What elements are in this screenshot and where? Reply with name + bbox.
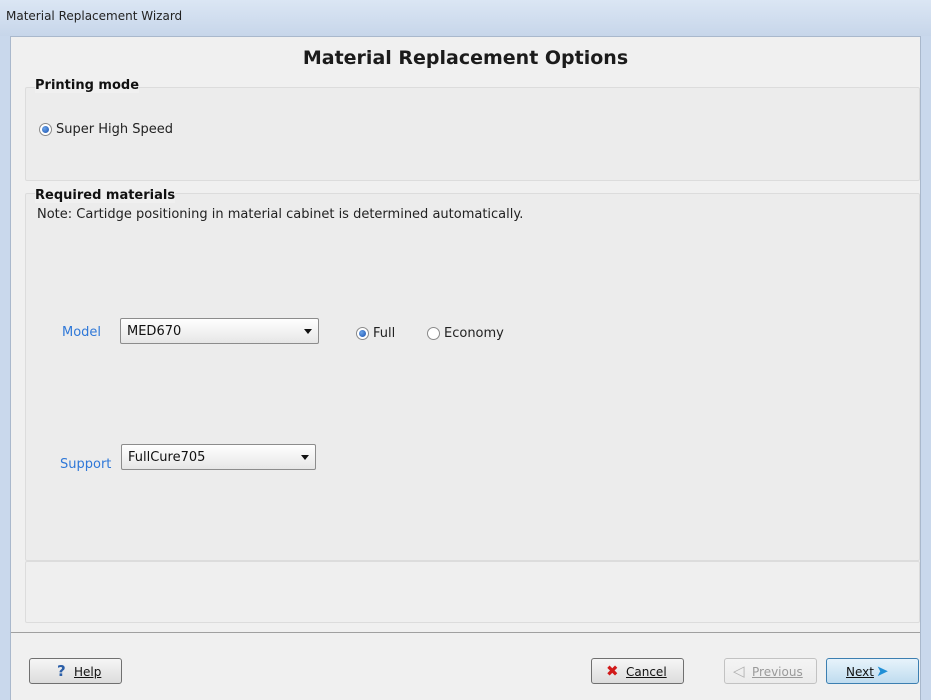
super-high-speed-label: Super High Speed	[56, 122, 173, 137]
radio-selected-icon	[356, 327, 369, 340]
cancel-label: Cancel	[626, 665, 667, 679]
support-value: FullCure705	[128, 450, 206, 465]
positioning-note: Note: Cartidge positioning in material c…	[37, 207, 524, 222]
model-dropdown[interactable]: MED670	[120, 318, 319, 344]
help-label: Help	[74, 665, 102, 679]
wizard-content: Material Replacement Options Printing mo…	[11, 37, 920, 700]
required-materials-group	[25, 193, 920, 561]
printing-mode-title: Printing mode	[35, 78, 140, 93]
cancel-button[interactable]: ✖ Cancel	[591, 658, 684, 684]
radio-selected-icon	[39, 123, 52, 136]
window-title: Material Replacement Wizard	[6, 9, 183, 23]
radio-unselected-icon	[427, 327, 440, 340]
page-title: Material Replacement Options	[302, 47, 629, 69]
previous-arrow-icon: ◁	[733, 662, 745, 680]
next-button[interactable]: Next ➤	[826, 658, 919, 684]
economy-radio[interactable]: Economy	[427, 326, 504, 341]
model-value: MED670	[127, 324, 182, 339]
cancel-icon: ✖	[606, 662, 619, 680]
support-label: Support	[60, 457, 112, 472]
help-icon: ?	[57, 662, 66, 680]
window-title-bar[interactable]: Material Replacement Wizard	[0, 0, 931, 37]
full-label: Full	[373, 326, 396, 341]
next-arrow-icon: ➤	[876, 662, 889, 680]
required-materials-title: Required materials	[35, 188, 176, 203]
model-label: Model	[62, 325, 102, 340]
window-border-left	[0, 36, 11, 700]
economy-label: Economy	[444, 326, 504, 341]
dropdown-arrow-icon	[304, 329, 312, 334]
dropdown-arrow-icon	[301, 455, 309, 460]
help-button[interactable]: ? Help	[29, 658, 122, 684]
super-high-speed-radio[interactable]: Super High Speed	[39, 122, 173, 137]
footer-divider	[11, 632, 920, 633]
full-radio[interactable]: Full	[356, 326, 395, 341]
status-panel	[25, 561, 920, 623]
window-border-right	[920, 36, 931, 700]
next-label: Next	[846, 665, 874, 679]
previous-label: Previous	[752, 665, 803, 679]
previous-button[interactable]: ◁ Previous	[724, 658, 817, 684]
support-dropdown[interactable]: FullCure705	[121, 444, 316, 470]
